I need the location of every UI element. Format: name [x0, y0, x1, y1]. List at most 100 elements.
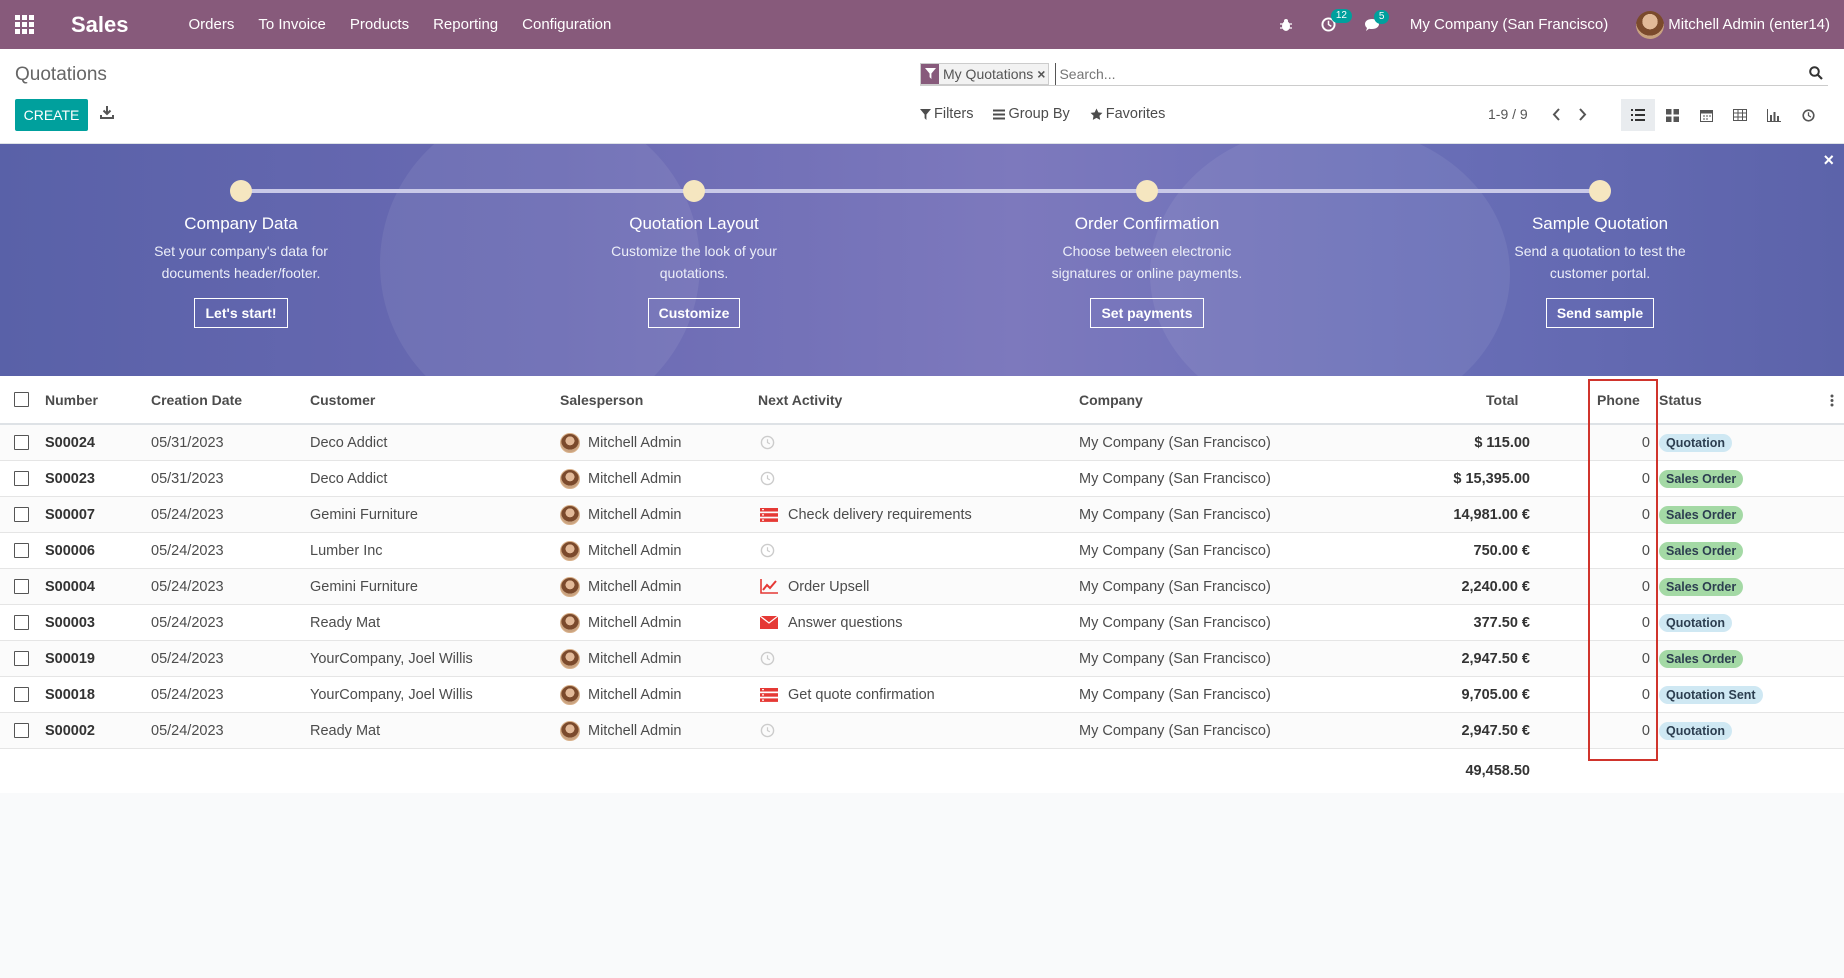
activity-view-icon[interactable] [1791, 99, 1825, 131]
search-options: Filters Group By Favorites [920, 106, 1185, 122]
company-name: My Company (San Francisco) [1079, 686, 1271, 703]
search-input[interactable] [1055, 62, 1809, 85]
table-row[interactable]: S00019 05/24/2023 YourCompany, Joel Willis… [0, 641, 1844, 677]
select-all-checkbox[interactable] [14, 376, 29, 423]
activity-clock-icon[interactable]: 12 [1321, 9, 1352, 32]
user-menu[interactable]: Mitchell Admin (enter14) [1636, 10, 1830, 39]
message-count-badge: 5 [1373, 9, 1390, 24]
groupby-button[interactable]: Group By [993, 106, 1070, 122]
bug-icon[interactable] [1279, 18, 1293, 32]
company-switcher[interactable]: My Company (San Francisco) [1410, 16, 1608, 33]
table-row[interactable]: S00024 05/31/2023 Deco Addict Mitchell Admi… [0, 425, 1844, 461]
salesperson-avatar [560, 576, 580, 597]
table-row[interactable]: S00007 05/24/2023 Gemini Furniture Mitchell… [0, 497, 1844, 533]
row-checkbox[interactable] [14, 461, 29, 496]
column-total[interactable]: Total [1486, 376, 1518, 423]
salesperson-name: Mitchell Admin [588, 686, 682, 703]
close-icon[interactable]: × [1823, 150, 1834, 171]
kanban-view-icon[interactable] [1655, 99, 1689, 131]
chat-icon[interactable]: 5 [1364, 9, 1390, 32]
customize-button[interactable]: Customize [647, 298, 741, 328]
row-checkbox[interactable] [14, 641, 29, 676]
tasks-icon[interactable] [760, 507, 782, 522]
column-company[interactable]: Company [1079, 376, 1143, 423]
app-brand[interactable]: Sales [71, 12, 129, 38]
pager-value[interactable]: 1-9 / 9 [1488, 106, 1528, 122]
next-activity[interactable]: Order Upsell [760, 569, 869, 604]
phone-value: 0 [1641, 614, 1650, 631]
table-row[interactable]: S00003 05/24/2023 Ready Mat Mitchell Admin A… [0, 605, 1844, 641]
row-checkbox[interactable] [14, 569, 29, 604]
row-checkbox[interactable] [14, 677, 29, 712]
clock-icon[interactable] [760, 435, 782, 450]
column-status[interactable]: Status [1659, 376, 1702, 423]
next-activity[interactable] [760, 425, 788, 460]
row-checkbox[interactable] [14, 497, 29, 532]
menu-orders[interactable]: Orders [179, 0, 245, 49]
row-checkbox[interactable] [14, 425, 29, 460]
list-footer: 49,458.50 [0, 749, 1844, 793]
next-activity[interactable] [760, 641, 788, 676]
menu-configuration[interactable]: Configuration [512, 0, 621, 49]
next-activity[interactable] [760, 713, 788, 748]
column-next-activity[interactable]: Next Activity [758, 376, 842, 423]
row-checkbox[interactable] [14, 533, 29, 568]
row-checkbox[interactable] [14, 605, 29, 640]
favorites-button[interactable]: Favorites [1090, 106, 1165, 122]
step-description: Send a quotation to test the customer po… [1514, 243, 1686, 281]
table-row[interactable]: S00002 05/24/2023 Ready Mat Mitchell Admin M… [0, 713, 1844, 749]
column-salesperson[interactable]: Salesperson [560, 376, 643, 423]
envelope-icon[interactable] [760, 616, 782, 629]
search-icon[interactable] [1809, 65, 1825, 82]
pager-next-icon[interactable] [1570, 107, 1596, 121]
pivot-view-icon[interactable] [1723, 99, 1757, 131]
download-icon[interactable] [100, 105, 118, 123]
table-row[interactable]: S00006 05/24/2023 Lumber Inc Mitchell Admin… [0, 533, 1844, 569]
column-number[interactable]: Number [45, 376, 98, 423]
apps-grid-icon[interactable] [0, 0, 49, 49]
facet-label: My Quotations [943, 65, 1034, 82]
customer-name: Gemini Furniture [310, 506, 418, 523]
menu-reporting[interactable]: Reporting [423, 0, 508, 49]
filters-button[interactable]: Filters [920, 106, 973, 122]
table-row[interactable]: S00004 05/24/2023 Gemini Furniture Mitchell… [0, 569, 1844, 605]
star-icon [1090, 108, 1103, 120]
calendar-view-icon[interactable] [1689, 99, 1723, 131]
send-sample-button[interactable]: Send sample [1545, 298, 1655, 328]
list-view-icon[interactable] [1621, 99, 1655, 131]
create-button[interactable]: CREATE [15, 99, 88, 131]
clock-icon[interactable] [760, 651, 782, 666]
next-activity[interactable]: Get quote confirmation [760, 677, 935, 712]
column-creation-date[interactable]: Creation Date [151, 376, 242, 423]
creation-date: 05/24/2023 [151, 686, 224, 703]
menu-to-invoice[interactable]: To Invoice [248, 0, 336, 49]
list-body: S00024 05/31/2023 Deco Addict Mitchell Admi… [0, 425, 1844, 749]
row-checkbox[interactable] [14, 713, 29, 748]
line-chart-icon[interactable] [760, 579, 782, 594]
menu-products[interactable]: Products [340, 0, 419, 49]
column-customer[interactable]: Customer [310, 376, 375, 423]
facet-remove-icon[interactable]: × [1037, 64, 1048, 84]
clock-icon[interactable] [760, 543, 782, 558]
clock-icon[interactable] [760, 471, 782, 486]
next-activity[interactable]: Check delivery requirements [760, 497, 972, 532]
order-number: S00007 [45, 506, 95, 523]
column-phone[interactable]: Phone [1597, 376, 1640, 423]
table-row[interactable]: S00018 05/24/2023 YourCompany, Joel Willis… [0, 677, 1844, 713]
pager: 1-9 / 9 [1488, 106, 1596, 122]
pager-previous-icon[interactable] [1544, 107, 1570, 121]
next-activity[interactable]: Answer questions [760, 605, 902, 640]
phone-value: 0 [1641, 578, 1650, 595]
status: Sales Order [1659, 533, 1744, 568]
next-activity[interactable] [760, 533, 788, 568]
step-sample-quotation: Sample Quotation Send a quotation to tes… [1440, 180, 1760, 328]
table-row[interactable]: S00023 05/31/2023 Deco Addict Mitchell Admi… [0, 461, 1844, 497]
set-payments-button[interactable]: Set payments [1090, 298, 1204, 328]
lets-start-button[interactable]: Let's start! [194, 298, 288, 328]
clock-icon[interactable] [760, 723, 782, 738]
graph-view-icon[interactable] [1757, 99, 1791, 131]
search-facet[interactable]: My Quotations × [920, 62, 1050, 85]
next-activity[interactable] [760, 461, 788, 496]
tasks-icon[interactable] [760, 687, 782, 702]
optional-columns-icon[interactable] [1830, 394, 1834, 410]
